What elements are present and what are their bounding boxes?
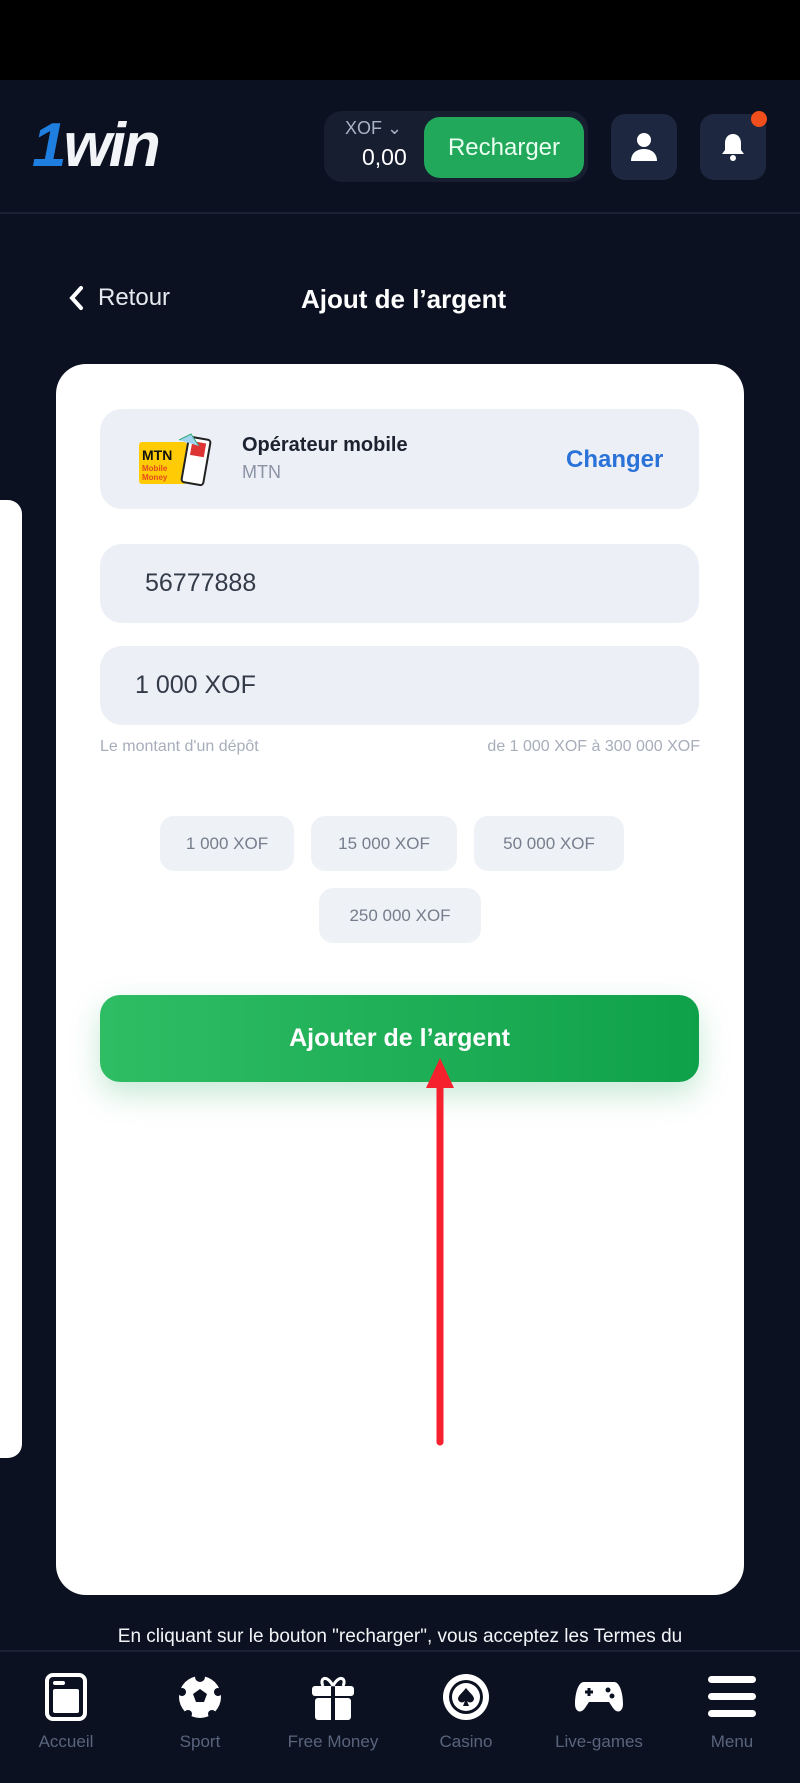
balance-value: 0,00 — [362, 144, 407, 170]
svg-text:MTN: MTN — [142, 447, 172, 463]
gift-icon — [312, 1677, 354, 1720]
operator-name: MTN — [242, 462, 281, 482]
amount-chip[interactable]: 250 000 XOF — [319, 888, 481, 943]
bell-icon — [722, 134, 744, 161]
svg-text:Money: Money — [142, 473, 168, 482]
gamepad-icon — [575, 1682, 623, 1712]
amount-input[interactable] — [100, 646, 699, 725]
amount-chip[interactable]: 50 000 XOF — [474, 816, 624, 871]
page-title: Ajout de l’argent — [301, 284, 507, 314]
svg-text:Mobile: Mobile — [142, 464, 168, 473]
mtn-mobile-money-logo: MTN Mobile Money — [139, 433, 212, 487]
phone-input[interactable] — [100, 544, 699, 623]
amount-chip[interactable]: 1 000 XOF — [160, 816, 294, 871]
annotation-arrow — [426, 1058, 454, 1446]
nav-free-money[interactable]: Free Money — [268, 1672, 398, 1752]
amount-label: Le montant d'un dépôt — [100, 738, 259, 755]
currency-select[interactable]: XOF ⌄ — [345, 118, 402, 139]
amount-chip[interactable]: 15 000 XOF — [311, 816, 457, 871]
soccer-ball-icon — [178, 1672, 222, 1718]
casino-chip-icon — [443, 1674, 489, 1720]
nav-accueil[interactable]: Accueil — [1, 1672, 131, 1752]
chevron-left-icon — [69, 286, 83, 310]
amount-range: de 1 000 XOF à 300 000 XOF — [487, 738, 700, 755]
nav-menu[interactable]: Menu — [667, 1672, 797, 1752]
terms-text: En cliquant sur le bouton "recharger", v… — [117, 1626, 683, 1647]
side-panel — [0, 500, 22, 1458]
user-icon — [631, 133, 657, 161]
operator-title: Opérateur mobile — [242, 434, 408, 456]
notification-badge — [751, 111, 767, 127]
home-icon — [45, 1673, 87, 1721]
add-money-button[interactable]: Ajouter de l’argent — [100, 995, 699, 1082]
profile-button[interactable] — [611, 114, 677, 180]
back-button[interactable]: Retour — [68, 284, 170, 312]
recharge-button[interactable]: Recharger — [424, 117, 584, 178]
chevron-down-icon: ⌄ — [387, 118, 403, 138]
status-bar — [0, 0, 800, 80]
menu-icon — [708, 1676, 756, 1717]
nav-live-games[interactable]: Live-games — [534, 1672, 664, 1752]
logo[interactable]: 1win — [32, 110, 161, 181]
change-operator-link[interactable]: Changer — [566, 446, 663, 474]
nav-sport[interactable]: Sport — [135, 1672, 265, 1752]
nav-casino[interactable]: Casino — [401, 1672, 531, 1752]
